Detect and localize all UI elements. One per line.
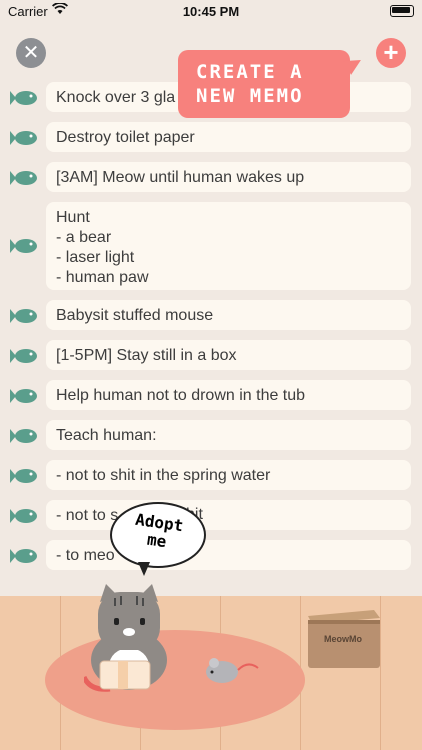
fish-icon bbox=[10, 171, 37, 185]
close-button[interactable]: ✕ bbox=[16, 38, 46, 68]
fish-icon bbox=[10, 389, 37, 403]
fish-icon bbox=[10, 91, 37, 105]
status-bar: Carrier 10:45 PM bbox=[0, 0, 422, 22]
memo-text: Babysit stuffed mouse bbox=[46, 300, 411, 330]
x-icon: ✕ bbox=[22, 42, 40, 64]
toy-mouse bbox=[206, 658, 259, 683]
memo-text: Destroy toilet paper bbox=[46, 122, 411, 152]
memo-text: - to meo bbox=[46, 540, 411, 570]
fish-icon bbox=[10, 239, 37, 253]
add-memo-button[interactable]: + bbox=[376, 38, 406, 68]
toilet-paper-roll bbox=[84, 660, 151, 692]
create-memo-tooltip: CREATE A NEW MEMO bbox=[178, 50, 350, 118]
tooltip-line-2: NEW MEMO bbox=[196, 85, 304, 107]
fish-icon bbox=[10, 469, 37, 483]
memo-text: Hunt - a bear - laser light - human paw bbox=[46, 202, 411, 290]
battery-icon bbox=[390, 5, 414, 17]
fish-icon bbox=[10, 549, 37, 563]
memo-text: Help human not to drown in the tub bbox=[46, 380, 411, 410]
tooltip-line-1: CREATE A bbox=[196, 61, 304, 83]
speech-bubble-tail bbox=[138, 562, 150, 576]
memo-text: [1-5PM] Stay still in a box bbox=[46, 340, 411, 370]
fish-icon bbox=[10, 349, 37, 363]
memo-text: Teach human: bbox=[46, 420, 411, 450]
clock: 10:45 PM bbox=[182, 4, 240, 19]
fish-icon bbox=[10, 131, 37, 145]
plus-icon: + bbox=[383, 37, 399, 67]
fish-icon bbox=[10, 309, 37, 323]
memo-text: [3AM] Meow until human wakes up bbox=[46, 162, 411, 192]
memo-text: - not to s bbox=[46, 500, 411, 530]
box-label: MeowMo bbox=[324, 634, 362, 644]
memo-text: - not to shit in the spring water bbox=[46, 460, 411, 490]
fish-icon bbox=[10, 429, 37, 443]
fish-icon bbox=[10, 509, 37, 523]
